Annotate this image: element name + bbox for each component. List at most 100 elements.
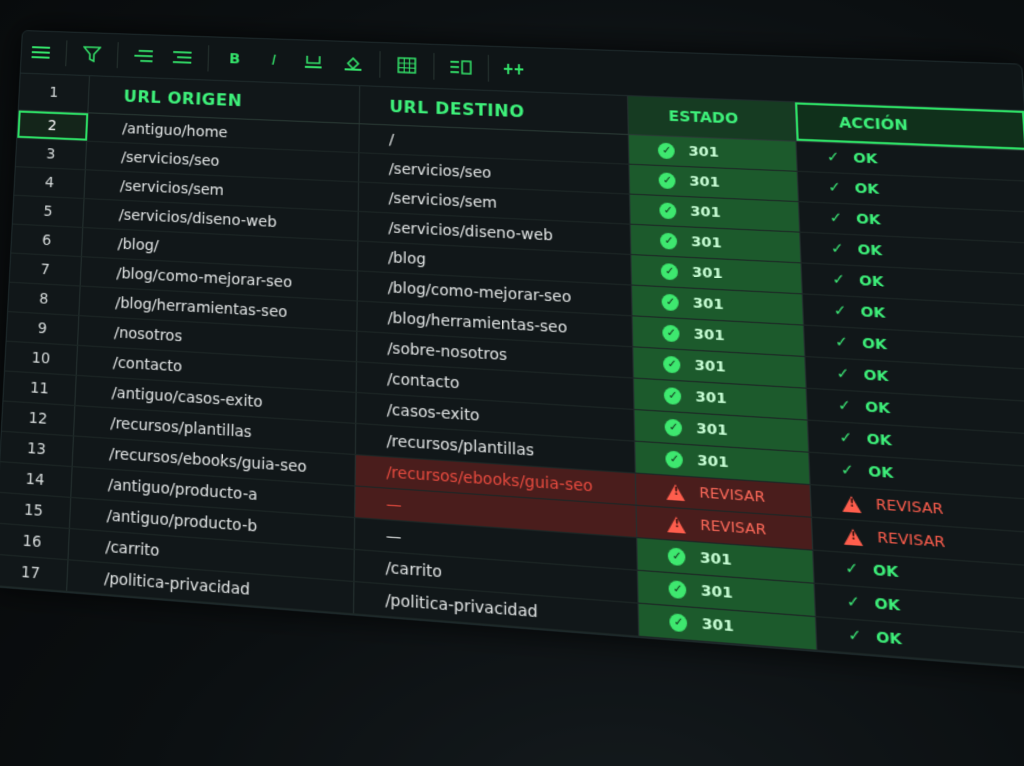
toolbar-divider — [433, 53, 434, 80]
toolbar-divider — [65, 40, 67, 66]
row-number[interactable]: 15 — [0, 493, 71, 528]
spreadsheet-scene: B I 1 URL ORIGEN — [0, 30, 1024, 766]
status-text: 301 — [701, 616, 734, 636]
check-circle-icon: ✓ — [666, 451, 684, 469]
row-number[interactable]: 8 — [8, 283, 80, 315]
action-text: OK — [853, 150, 878, 167]
status-text: 301 — [701, 583, 734, 603]
row-number[interactable]: 9 — [7, 312, 80, 345]
check-icon: ✓ — [828, 180, 841, 197]
toolbar-divider — [488, 55, 489, 82]
row-number[interactable]: 10 — [5, 342, 78, 375]
action-text: OK — [854, 181, 879, 198]
status-text: 301 — [700, 550, 732, 570]
add-column-icon[interactable] — [495, 47, 536, 92]
align-indent-icon[interactable] — [162, 36, 202, 80]
check-circle-icon: ✓ — [663, 325, 680, 343]
row-number[interactable]: 2 — [17, 111, 88, 141]
status-text: 301 — [689, 174, 720, 191]
check-icon: ✓ — [832, 272, 845, 289]
check-icon: ✓ — [838, 397, 852, 415]
table-icon[interactable] — [387, 43, 427, 87]
check-icon: ✓ — [846, 593, 860, 612]
warning-icon — [842, 495, 862, 513]
status-text: 301 — [693, 326, 725, 344]
action-text: OK — [863, 367, 889, 385]
check-icon: ✓ — [829, 210, 842, 227]
warning-icon — [843, 528, 863, 546]
action-text: OK — [874, 595, 900, 615]
bold-icon[interactable]: B — [214, 38, 254, 82]
status-text: REVISAR — [699, 485, 765, 507]
check-circle-icon: ✓ — [661, 263, 678, 280]
spreadsheet: B I 1 URL ORIGEN — [0, 30, 1024, 671]
action-text: OK — [876, 629, 903, 649]
check-circle-icon: ✓ — [665, 419, 683, 437]
check-icon: ✓ — [848, 627, 862, 646]
action-text: OK — [862, 335, 888, 353]
table-body: 2/antiguo/home/✓301✓OK3/servicios/seo/se… — [0, 111, 1024, 671]
action-text: OK — [868, 463, 894, 482]
align-left-icon[interactable] — [123, 34, 163, 77]
action-text: REVISAR — [877, 529, 946, 551]
check-circle-icon: ✓ — [662, 294, 679, 311]
toolbar-divider — [207, 45, 209, 71]
row-number[interactable]: 1 — [19, 74, 90, 113]
check-circle-icon: ✓ — [658, 143, 675, 160]
status-text: 301 — [695, 389, 727, 408]
warning-icon — [667, 515, 686, 533]
action-text: REVISAR — [875, 496, 944, 518]
action-text: OK — [857, 242, 882, 260]
check-icon: ✓ — [836, 366, 850, 384]
row-number[interactable]: 12 — [2, 402, 75, 436]
check-circle-icon: ✓ — [659, 172, 676, 189]
row-number[interactable]: 7 — [10, 254, 82, 286]
action-text: OK — [860, 304, 885, 322]
status-text: 301 — [697, 453, 729, 472]
check-circle-icon: ✓ — [660, 233, 677, 250]
action-text: OK — [856, 211, 881, 229]
warning-icon — [667, 483, 686, 500]
status-text: 301 — [692, 265, 723, 283]
check-icon: ✓ — [831, 241, 844, 258]
menu-icon[interactable] — [21, 31, 61, 74]
status-text: 301 — [691, 234, 722, 252]
check-circle-icon: ✓ — [670, 613, 688, 632]
row-number[interactable]: 5 — [13, 196, 85, 227]
row-number[interactable]: 3 — [16, 139, 87, 170]
data-grid: 1 URL ORIGEN URL DESTINO ESTADO ACCIÓN 2… — [0, 74, 1024, 671]
action-text: OK — [859, 273, 884, 291]
check-icon: ✓ — [835, 334, 848, 352]
column-header-estado[interactable]: ESTADO — [628, 96, 796, 141]
action-text: OK — [866, 431, 892, 450]
status-text: 301 — [690, 204, 721, 222]
row-number[interactable]: 16 — [0, 524, 70, 560]
toolbar-divider — [379, 51, 380, 78]
check-icon: ✓ — [827, 149, 840, 166]
check-circle-icon: ✓ — [660, 202, 677, 219]
text-color-icon[interactable] — [293, 40, 333, 84]
italic-icon[interactable]: I — [254, 39, 294, 83]
row-number[interactable]: 17 — [0, 555, 68, 591]
check-circle-icon: ✓ — [663, 356, 681, 374]
row-number[interactable]: 14 — [0, 462, 73, 497]
row-layout-icon[interactable] — [441, 45, 482, 90]
row-number[interactable]: 13 — [0, 432, 74, 466]
check-icon: ✓ — [839, 429, 853, 447]
check-circle-icon: ✓ — [664, 387, 682, 405]
status-text: REVISAR — [700, 517, 767, 539]
check-icon: ✓ — [841, 462, 855, 480]
toolbar-divider — [117, 42, 119, 68]
status-text: 301 — [694, 358, 726, 377]
fill-color-icon[interactable] — [333, 41, 373, 85]
status-text: 301 — [692, 295, 723, 313]
filter-icon[interactable] — [72, 33, 112, 76]
check-circle-icon: ✓ — [669, 580, 687, 599]
status-text: 301 — [688, 144, 719, 161]
action-text: OK — [865, 399, 891, 418]
row-number[interactable]: 4 — [14, 167, 85, 198]
status-text: 301 — [696, 421, 728, 440]
row-number[interactable]: 6 — [11, 225, 83, 257]
action-text: OK — [872, 562, 898, 582]
row-number[interactable]: 11 — [3, 372, 76, 406]
